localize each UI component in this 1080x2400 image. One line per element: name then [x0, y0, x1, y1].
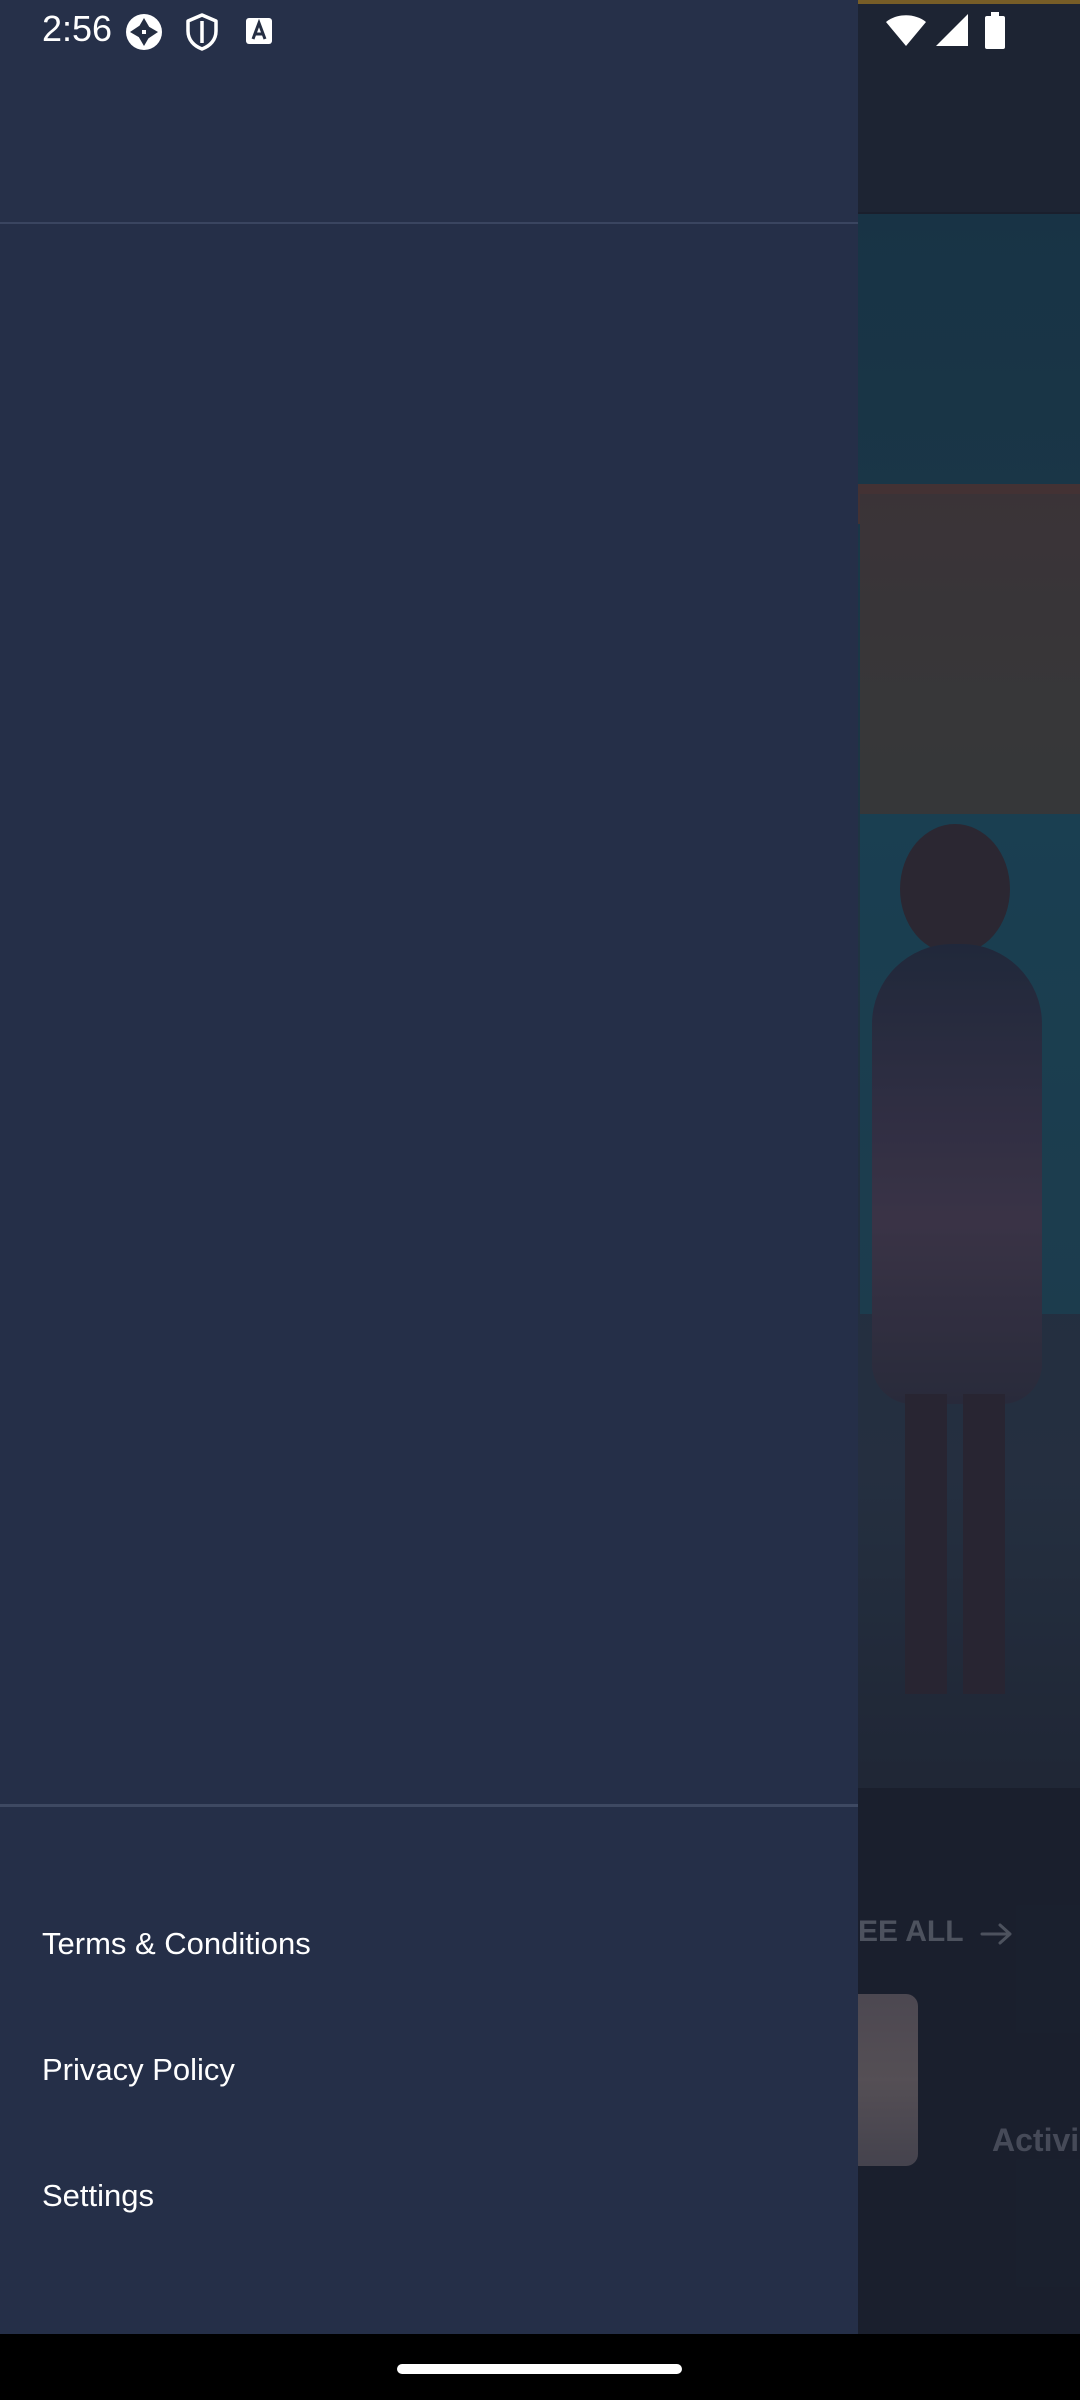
- status-time: 2:56: [42, 8, 113, 49]
- drawer-item-terms[interactable]: Terms & Conditions: [0, 1884, 858, 2004]
- font-a-icon: [246, 18, 272, 44]
- navigation-drawer: Terms & Conditions Privacy Policy Settin…: [0, 0, 858, 2334]
- drawer-item-label: Privacy Policy: [42, 2052, 235, 2087]
- wifi-icon: [886, 15, 926, 46]
- home-gesture-handle[interactable]: [397, 2364, 682, 2374]
- screen: SEE ALL Activi Terms & Conditions Privac…: [0, 0, 1080, 2400]
- drawer-divider: [0, 1804, 858, 1807]
- drawer-item-privacy[interactable]: Privacy Policy: [0, 2010, 858, 2130]
- cell-signal-icon: [936, 14, 968, 46]
- drawer-item-settings[interactable]: Settings: [0, 2136, 858, 2256]
- status-bar: 2:56: [0, 0, 1080, 62]
- drawer-body: [0, 224, 858, 1804]
- battery-icon: [985, 12, 1005, 49]
- drawer-item-label: Settings: [42, 2178, 155, 2213]
- drawer-item-label: Terms & Conditions: [42, 1926, 311, 1961]
- shield-icon: [186, 13, 218, 51]
- camera-shutter-icon: [126, 14, 162, 50]
